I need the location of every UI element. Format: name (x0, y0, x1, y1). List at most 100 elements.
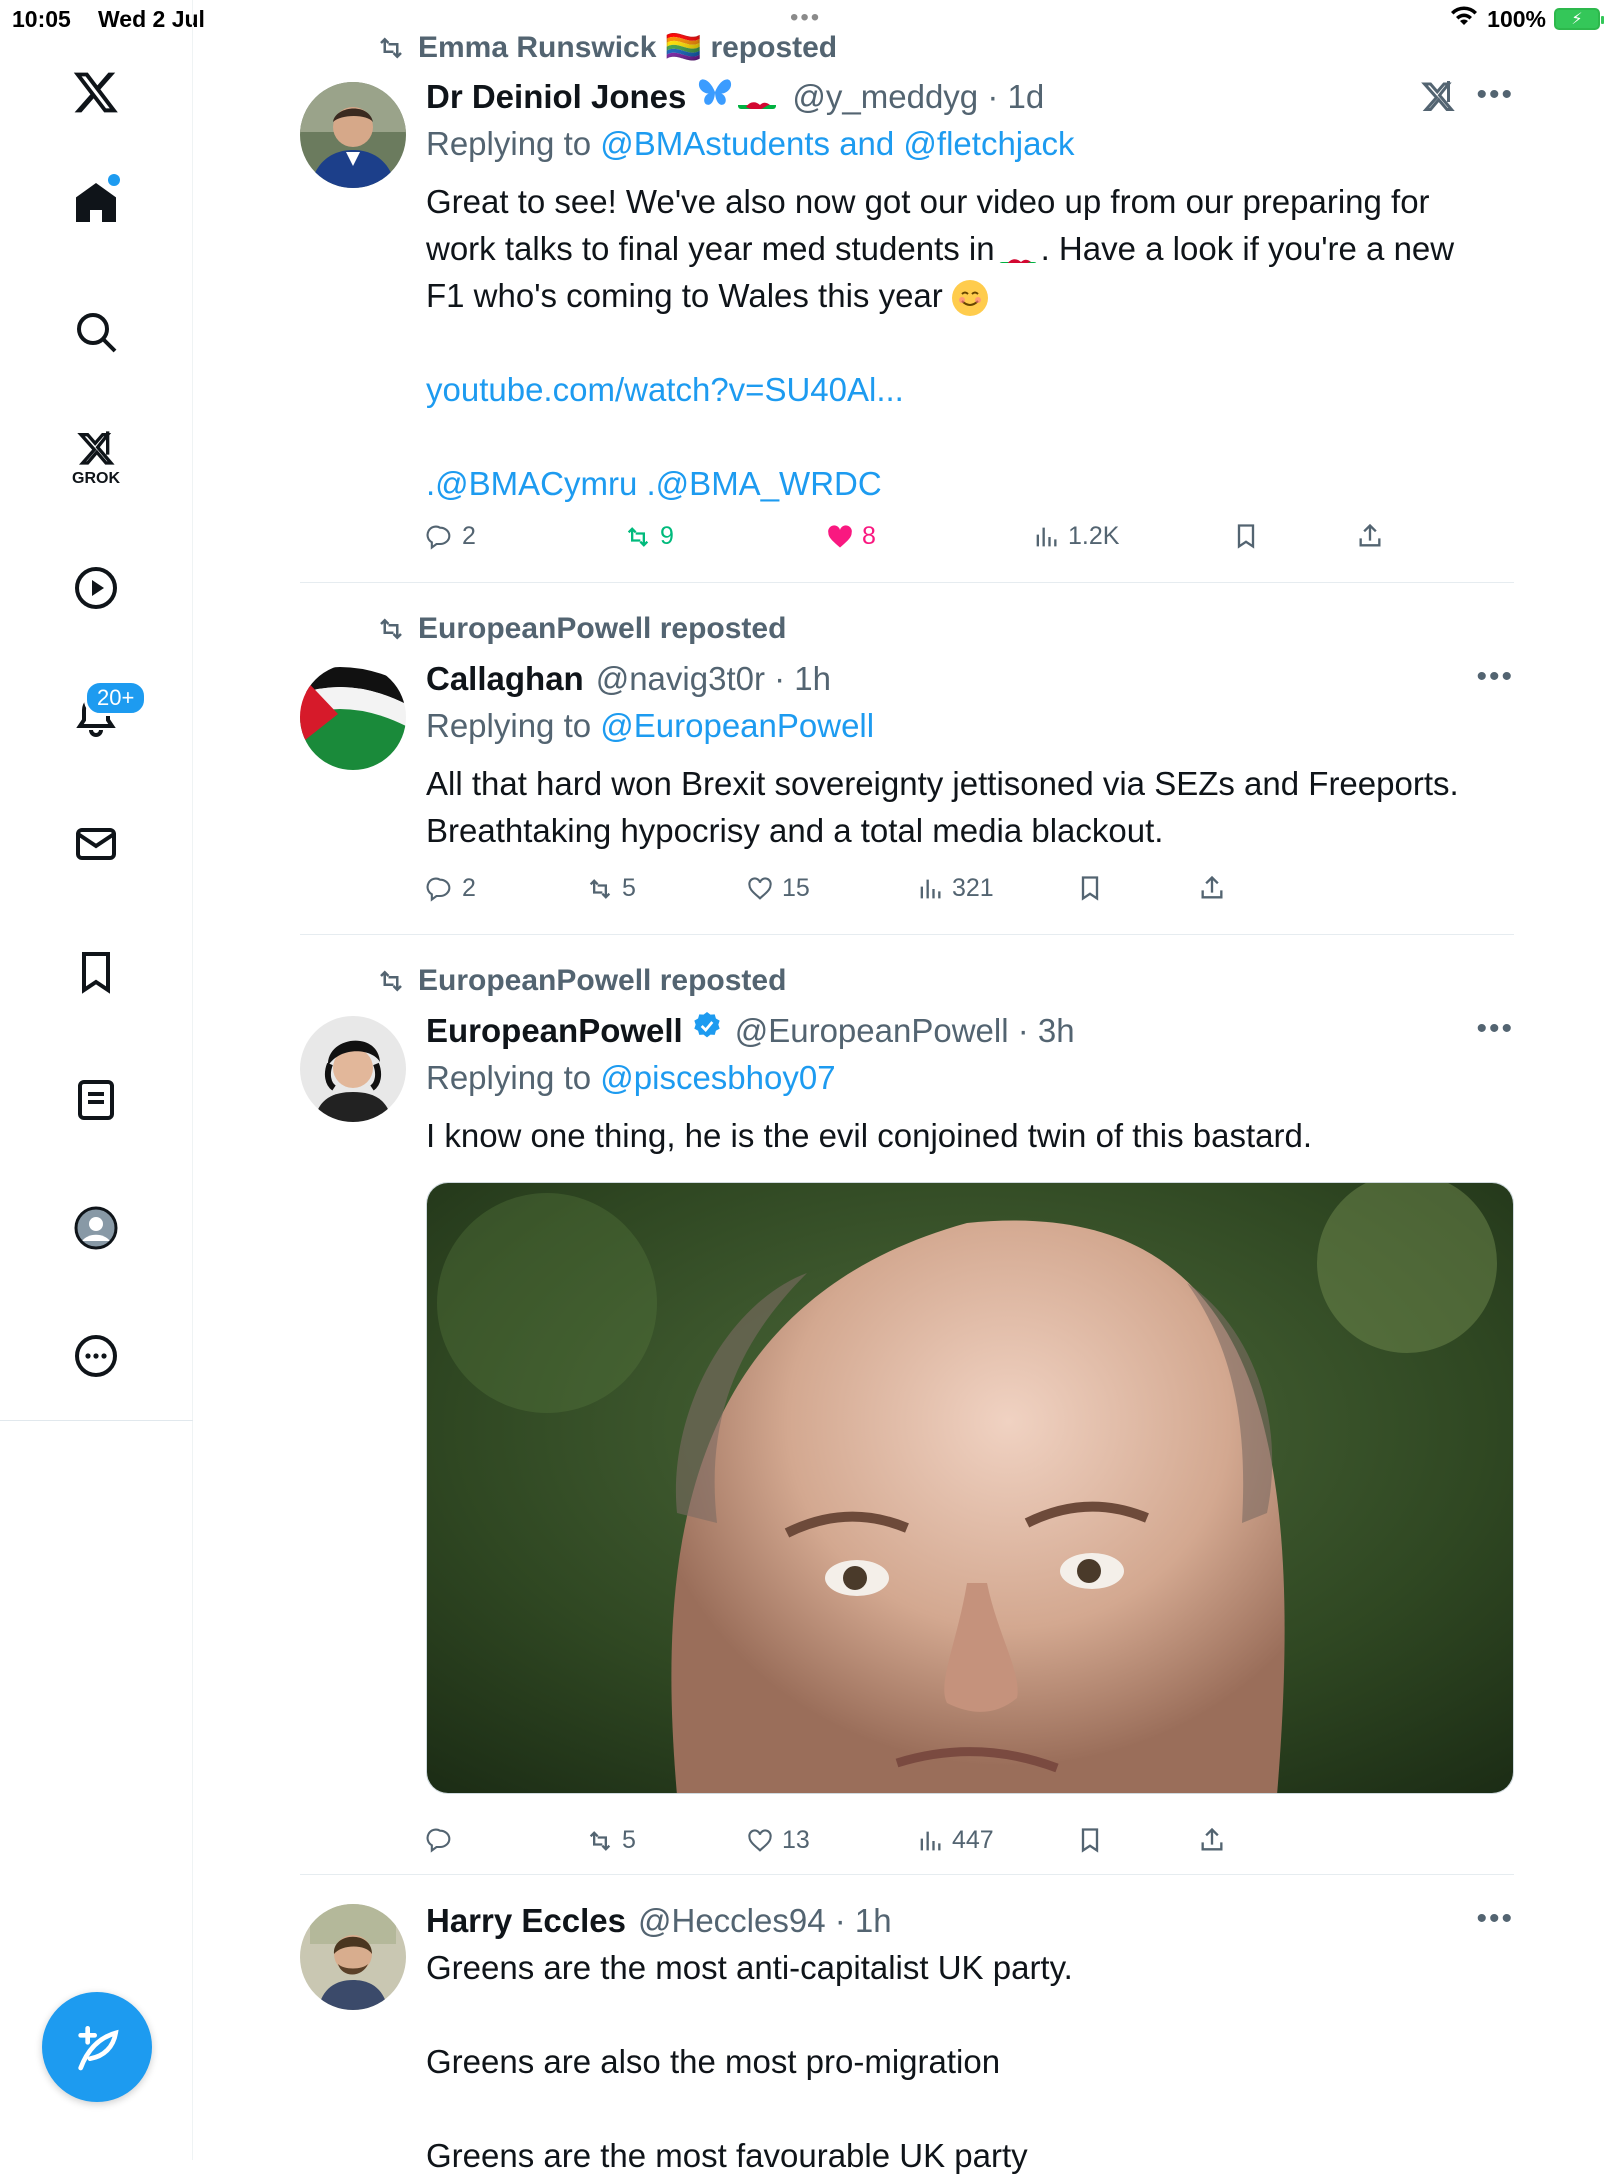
avatar[interactable] (300, 1904, 406, 2010)
bookmark-icon (1081, 876, 1099, 901)
more-menu-icon[interactable]: ••• (1476, 1012, 1514, 1046)
repost-icon (380, 618, 402, 640)
youtube-link[interactable]: youtube.com/watch?v=SU40Al... (426, 366, 1514, 413)
tweet-deiniol[interactable]: Emma Runswick 🏳️‍🌈 reposted Dr Deiniol J… (300, 30, 1514, 580)
author-handle[interactable]: @navig3t0r · 1h (596, 658, 831, 700)
tweet-header: EuropeanPowell @EuropeanPowell · 3h (426, 1010, 1514, 1052)
avatar[interactable] (300, 664, 406, 770)
tweet-photo[interactable] (426, 1182, 1514, 1794)
reply-button[interactable]: 2 (426, 874, 476, 903)
tweet-europeanpowell[interactable]: EuropeanPowell reposted EuropeanPowell @… (300, 964, 1514, 1864)
replying-to-link[interactable]: @EuropeanPowell (600, 707, 874, 744)
bookmark-button[interactable] (1076, 1826, 1104, 1854)
repost-indicator: Emma Runswick 🏳️‍🌈 reposted (376, 30, 837, 65)
repost-icon (627, 526, 649, 547)
search-icon[interactable] (56, 292, 136, 372)
share-button[interactable] (1198, 874, 1226, 902)
compose-button[interactable] (42, 1992, 152, 2102)
author-handle[interactable]: @Heccles94 · 1h (638, 1900, 892, 1942)
views-icon (920, 879, 941, 898)
repost-button[interactable]: 5 (586, 1826, 636, 1855)
avatar[interactable] (300, 1016, 406, 1122)
reply-icon (426, 1828, 451, 1853)
bookmark-button[interactable] (1232, 522, 1260, 550)
repost-icon (589, 1830, 611, 1851)
wales-flag-icon (998, 239, 1037, 264)
like-button[interactable]: 13 (746, 1826, 810, 1855)
notifications-icon[interactable]: 20+ (56, 676, 148, 756)
tweet-harry-eccles[interactable]: Harry Eccles @Heccles94 · 1h ••• Greens … (300, 1900, 1514, 2174)
butterfly-icon (696, 76, 734, 118)
view-count: 447 (952, 1826, 994, 1854)
bookmark-icon (1081, 1828, 1099, 1853)
grok-explain-icon[interactable] (1420, 78, 1456, 119)
multitasking-dots[interactable]: ••• (790, 4, 821, 32)
more-menu-icon[interactable]: ••• (1476, 1902, 1514, 1936)
share-button[interactable] (1356, 522, 1384, 550)
heart-outline-icon (748, 876, 772, 900)
views-button[interactable]: 1.2K (1032, 522, 1119, 551)
x-logo-icon[interactable] (56, 52, 136, 132)
bookmarks-icon[interactable] (56, 932, 136, 1012)
author-name[interactable]: EuropeanPowell (426, 1010, 683, 1052)
tweet-actions: 2 5 15 321 (426, 874, 1426, 914)
bookmark-button[interactable] (1076, 874, 1104, 902)
reply-count: 2 (462, 522, 476, 550)
replying-to: Replying to @BMAstudents and @fletchjack (426, 122, 1514, 166)
like-button[interactable]: 8 (826, 522, 876, 551)
tweet-text-span: F1 who's coming to Wales this year (426, 277, 943, 314)
repost-indicator: EuropeanPowell reposted (376, 964, 786, 998)
grok-nav[interactable]: GROK (56, 418, 136, 498)
author-handle[interactable]: @EuropeanPowell · 3h (735, 1010, 1075, 1052)
author-name[interactable]: Callaghan (426, 658, 584, 700)
tweet-header: Callaghan @navig3t0r · 1h (426, 658, 1514, 700)
home-icon[interactable] (56, 162, 136, 242)
replying-to-link[interactable]: @BMAstudents and @fletchjack (600, 125, 1074, 162)
battery-percent: 100% (1487, 5, 1546, 32)
author-name[interactable]: Harry Eccles (426, 1900, 626, 1942)
replying-prefix: Replying to (426, 707, 601, 744)
repost-button[interactable]: 9 (624, 522, 674, 551)
tweet-actions: 2 9 8 1.2K (426, 522, 1426, 562)
home-unread-dot (108, 174, 120, 186)
tweet-text-line: I know one thing, he is the evil conjoin… (426, 1117, 1313, 1154)
smiling-face-emoji-icon (951, 280, 988, 317)
views-button[interactable]: 447 (916, 1826, 994, 1855)
reply-icon (426, 525, 451, 550)
views-button[interactable]: 321 (916, 874, 994, 903)
tweet-text-line: work talks to final year med students in… (426, 225, 1514, 272)
video-icon[interactable] (56, 548, 136, 628)
like-button[interactable]: 15 (746, 874, 810, 903)
mentions-links[interactable]: .@BMACymru .@BMA_WRDC (426, 460, 1514, 507)
tweet-callaghan[interactable]: EuropeanPowell reposted Callaghan @navig… (300, 612, 1514, 912)
tweet-divider (300, 1874, 1514, 1875)
verified-badge-icon (691, 1010, 723, 1052)
messages-icon[interactable] (56, 804, 136, 884)
repost-button[interactable]: 5 (586, 874, 636, 903)
more-options-icon[interactable] (56, 1316, 136, 1396)
reply-button[interactable] (426, 1826, 462, 1854)
tweet-text: I know one thing, he is the evil conjoin… (426, 1112, 1514, 1159)
reply-count: 2 (462, 874, 476, 902)
profile-avatar-icon[interactable] (56, 1188, 136, 1268)
replying-to-link[interactable]: @piscesbhoy07 (600, 1059, 835, 1096)
avatar[interactable] (300, 82, 406, 188)
author-handle[interactable]: @y_meddyg · 1d (792, 76, 1044, 118)
view-count: 321 (952, 874, 994, 902)
bookmark-icon (1237, 524, 1255, 549)
more-menu-icon[interactable]: ••• (1476, 78, 1514, 112)
share-button[interactable] (1198, 1826, 1226, 1854)
repost-by-text: EuropeanPowell reposted (418, 612, 787, 645)
tweet-text: Great to see! We've also now got our vid… (426, 178, 1514, 507)
reply-icon (426, 877, 451, 902)
like-count: 8 (862, 522, 876, 550)
tweet-text-line: All that hard won Brexit sovereignty jet… (426, 765, 1459, 802)
tweet-text-line: Greens are the most anti-capitalist UK p… (426, 1949, 1073, 1986)
author-name[interactable]: Dr Deiniol Jones (426, 76, 686, 118)
lists-icon[interactable] (56, 1060, 136, 1140)
repost-count: 9 (660, 522, 674, 550)
reply-button[interactable]: 2 (426, 522, 476, 551)
repost-icon (380, 970, 402, 992)
tweet-text-line: F1 who's coming to Wales this year (426, 272, 1514, 319)
more-menu-icon[interactable]: ••• (1476, 660, 1514, 694)
